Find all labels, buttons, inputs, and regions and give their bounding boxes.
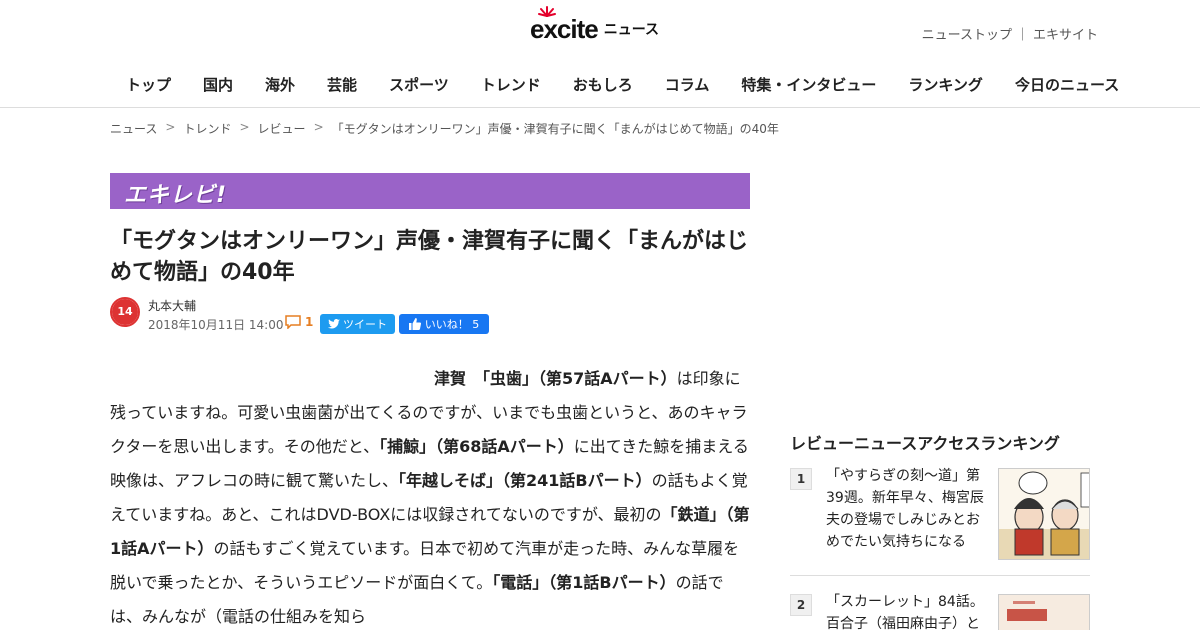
breadcrumb-news[interactable]: ニュース	[110, 120, 157, 137]
author-name[interactable]: 丸本大輔	[148, 297, 196, 314]
category-banner[interactable]: エキレビ!	[110, 173, 750, 209]
episode-title: 「捕鯨」（第68話Aパート）	[379, 437, 574, 456]
article-body: 津賀 「虫歯」（第57話Aパート）は印象に残っていますね。可愛い虫歯菌が出てくる…	[110, 362, 750, 634]
rank-headline[interactable]: 「スカーレット」84話。百合子（福田麻由子）と	[826, 591, 986, 635]
ranking-item[interactable]: 2 「スカーレット」84話。百合子（福田麻由子）と	[790, 594, 1090, 632]
nav-item-column[interactable]: コラム	[665, 74, 710, 95]
article-title: 「モグタンはオンリーワン」声優・津賀有子に聞く「まんがはじめて物語」の40年	[110, 229, 749, 285]
nav-item-overseas[interactable]: 海外	[265, 74, 295, 95]
logo-text: excite	[530, 13, 599, 44]
breadcrumb-sep: >	[239, 120, 250, 134]
nav-item-entertainment[interactable]: 芸能	[327, 74, 357, 95]
breadcrumb-review[interactable]: レビュー	[258, 120, 306, 137]
site-header: excite ニュース ニューストップ ｜ エキサイト トップ 国内 海外 芸能…	[0, 0, 1200, 108]
thumbs-up-icon	[408, 318, 421, 330]
ranking-item[interactable]: 1 「やすらぎの刻～道」第39週。新年早々、梅宮辰夫の登場でしみじみとおめでたい…	[790, 468, 1090, 560]
twitter-bird-icon	[328, 319, 340, 329]
breadcrumb-sep: >	[165, 120, 176, 134]
like-label: いいね！ 5	[424, 318, 480, 331]
episode-title: 「年越しそば」（第241話Bパート）	[398, 471, 652, 490]
ranking-divider	[790, 575, 1090, 576]
nav-item-sports[interactable]: スポーツ	[389, 74, 449, 95]
comment-icon	[285, 315, 301, 329]
publish-date: 2018年10月11日 14:00	[148, 318, 284, 332]
logo-mark: excite	[530, 5, 599, 45]
breadcrumb-trend[interactable]: トレンド	[183, 120, 231, 137]
nav-item-today[interactable]: 今日のニュース	[1015, 74, 1119, 95]
nav-item-ranking[interactable]: ランキング	[908, 74, 983, 95]
nav-item-features[interactable]: 特集・インタビュー	[741, 74, 876, 95]
nav-item-funny[interactable]: おもしろ	[573, 74, 633, 95]
nav-item-domestic[interactable]: 国内	[203, 74, 233, 95]
nav-item-trend[interactable]: トレンド	[481, 74, 541, 95]
rank-thumbnail[interactable]	[998, 594, 1090, 630]
rank-thumbnail[interactable]	[998, 468, 1090, 560]
speaker-name: 津賀	[434, 369, 483, 388]
episode-title: 「虫歯」（第57話Aパート）	[482, 369, 677, 388]
comment-link[interactable]: 1	[285, 315, 313, 329]
breadcrumb: ニュース > トレンド > レビュー > 「モグタンはオンリーワン」声優・津賀有…	[110, 120, 779, 137]
tweet-button[interactable]: ツイート	[320, 314, 395, 334]
rank-number: 1	[790, 468, 812, 490]
news-top-link[interactable]: ニューストップ	[922, 24, 1012, 43]
avatar-label: 14	[112, 299, 138, 325]
rank-number: 2	[790, 594, 812, 616]
tweet-label: ツイート	[343, 318, 387, 331]
excite-link[interactable]: エキサイト	[1033, 24, 1098, 43]
avatar[interactable]: 14	[110, 297, 140, 327]
top-links-divider: ｜	[1015, 28, 1029, 43]
ranking-title: レビューニュースアクセスランキング	[790, 434, 1060, 453]
drama-poster-image	[999, 595, 1089, 630]
article-paragraph: 津賀 「虫歯」（第57話Aパート）は印象に残っていますね。可愛い虫歯菌が出てくる…	[110, 362, 750, 634]
breadcrumb-current: 「モグタンはオンリーワン」声優・津賀有子に聞く「まんがはじめて物語」の40年	[331, 122, 779, 136]
site-logo[interactable]: excite ニュース	[530, 5, 660, 46]
nav-item-top[interactable]: トップ	[126, 74, 171, 95]
breadcrumb-sep: >	[313, 120, 324, 134]
logo-sub: ニュース	[603, 22, 660, 38]
rank-headline[interactable]: 「やすらぎの刻～道」第39週。新年早々、梅宮辰夫の登場でしみじみとおめでたい気持…	[826, 465, 986, 553]
top-links: ニューストップ ｜ エキサイト	[922, 24, 1098, 43]
banner-label: エキレビ!	[124, 183, 228, 208]
logo-spark-icon	[538, 5, 556, 17]
like-button[interactable]: いいね！ 5	[399, 314, 489, 334]
manga-illustration-image	[999, 469, 1089, 559]
comment-count: 1	[305, 315, 314, 329]
episode-title: 「電話」（第1話Bパート）	[492, 573, 676, 592]
main-nav: トップ 国内 海外 芸能 スポーツ トレンド おもしろ コラム 特集・インタビュ…	[110, 74, 1151, 95]
